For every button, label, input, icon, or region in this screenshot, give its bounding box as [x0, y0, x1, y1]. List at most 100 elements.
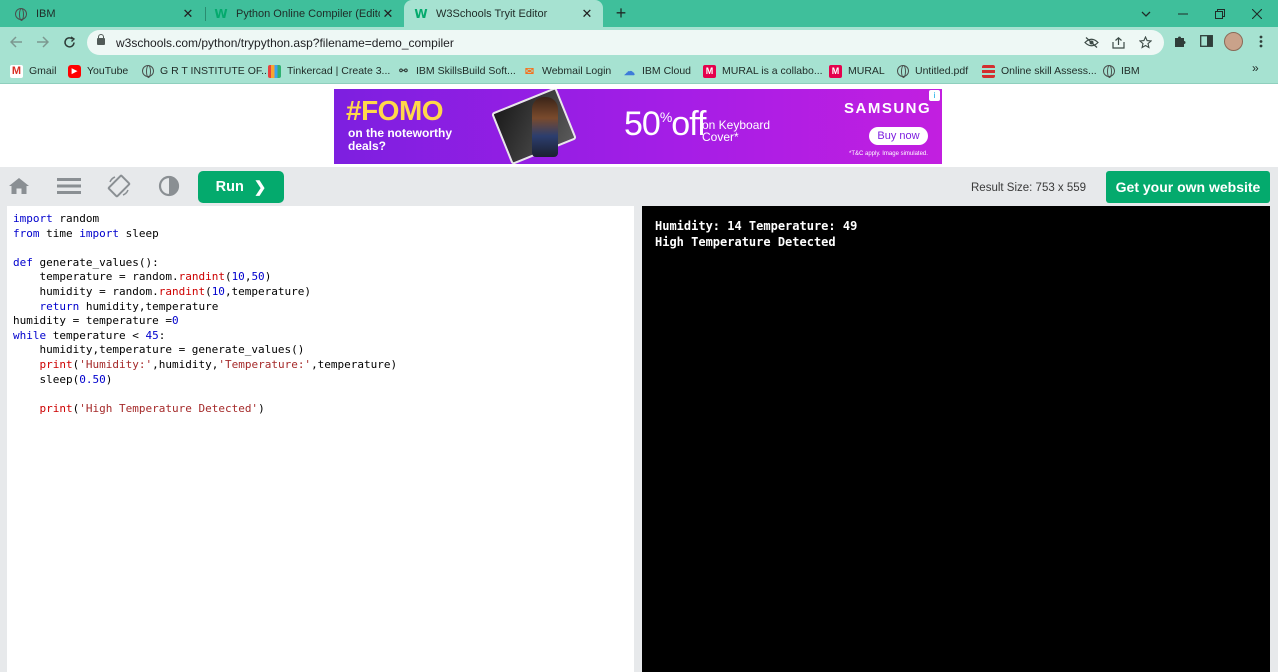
bookmark-label: YouTube: [87, 65, 129, 77]
code-line[interactable]: humidity = temperature =0: [13, 314, 397, 329]
minimize-icon[interactable]: [1164, 0, 1202, 27]
menu-icon[interactable]: [57, 174, 81, 198]
bookmark-label: IBM Cloud: [642, 65, 692, 77]
code-token: generate_values():: [32, 255, 159, 269]
bookmark-label: Tinkercad | Create 3...: [287, 65, 391, 77]
code-editor[interactable]: import random from time import sleep def …: [7, 206, 634, 672]
back-arrow-icon[interactable]: [6, 32, 26, 52]
reload-icon[interactable]: [59, 32, 79, 52]
samsung-ad-banner[interactable]: #FOMO on the noteworthy deals? 50%off on…: [334, 89, 942, 164]
code-line[interactable]: temperature = random.randint(10,50): [13, 270, 397, 285]
code-token: ,temperature): [311, 357, 398, 371]
forward-arrow-icon[interactable]: [32, 32, 52, 52]
editor-panes: import random from time import sleep def …: [0, 206, 1278, 672]
code-token-str: 'High Temperature Detected': [79, 401, 259, 415]
tab-python-compiler[interactable]: W Python Online Compiler (Editor / ✕: [206, 0, 404, 27]
code-line[interactable]: sleep(0.50): [13, 373, 397, 388]
globe-icon: [141, 65, 154, 78]
ad-offer: 50%off: [624, 105, 706, 143]
code-token: ): [258, 401, 265, 415]
share-icon[interactable]: [1110, 34, 1127, 51]
bookmark-webmail[interactable]: ✉ Webmail Login: [523, 63, 611, 79]
bookmark-gmail[interactable]: M Gmail: [10, 63, 56, 79]
theme-toggle-icon[interactable]: [157, 174, 181, 198]
gmail-icon: M: [10, 64, 23, 78]
lock-icon[interactable]: [97, 34, 105, 45]
more-menu-icon[interactable]: [1252, 32, 1270, 50]
bookmark-ibm-skillsbuild[interactable]: ⚯ IBM SkillsBuild Soft...: [397, 63, 515, 79]
restore-icon[interactable]: [1201, 0, 1239, 27]
code-text[interactable]: import random from time import sleep def …: [13, 212, 397, 416]
bookmark-mural[interactable]: M MURAL: [829, 63, 885, 79]
bookmark-ibm-cloud[interactable]: ☁ IBM Cloud: [623, 63, 691, 79]
close-icon[interactable]: ✕: [579, 6, 595, 22]
close-icon[interactable]: ✕: [380, 6, 396, 22]
rotate-layout-icon[interactable]: [107, 174, 131, 198]
code-token-num: 10: [211, 284, 225, 298]
editor-toolbar: Run ❯ Result Size: 753 x 559 Get your ow…: [0, 167, 1278, 206]
code-token-fn: print: [39, 401, 73, 415]
home-icon[interactable]: [7, 174, 31, 198]
address-bar[interactable]: w3schools.com/python/trypython.asp?filen…: [87, 30, 1164, 55]
browser-toolbar: w3schools.com/python/trypython.asp?filen…: [0, 27, 1278, 58]
tinkercad-icon: [268, 64, 281, 78]
bookmark-mural-collab[interactable]: M MURAL is a collabo...: [703, 63, 823, 79]
code-line[interactable]: humidity,temperature = generate_values(): [13, 343, 397, 358]
code-token: time: [39, 226, 80, 240]
code-line[interactable]: import random: [13, 212, 397, 227]
new-tab-icon[interactable]: +: [611, 3, 631, 23]
code-token-num: 10: [231, 270, 245, 284]
ad-disclaimer: *T&C apply. Image simulated.: [849, 151, 928, 157]
code-token-num: 0: [171, 314, 179, 328]
code-line[interactable]: humidity = random.randint(10,temperature…: [13, 285, 397, 300]
code-token: :: [158, 328, 166, 342]
close-icon[interactable]: ✕: [180, 6, 196, 22]
bookmark-ibm[interactable]: IBM: [1102, 63, 1140, 79]
buy-now-button[interactable]: Buy now: [869, 127, 928, 145]
bookmark-online-skill[interactable]: Online skill Assess...: [982, 63, 1097, 79]
bookmark-label: IBM: [1121, 65, 1140, 77]
tab-title: Python Online Compiler (Editor /: [236, 7, 380, 20]
code-token-kw: while: [13, 328, 47, 342]
code-line[interactable]: while temperature < 45:: [13, 329, 397, 344]
code-line[interactable]: [13, 387, 397, 402]
star-bookmark-icon[interactable]: [1137, 34, 1154, 51]
bookmarks-overflow-icon[interactable]: »: [1252, 61, 1259, 75]
profile-avatar[interactable]: [1224, 32, 1243, 51]
bookmark-untitled-pdf[interactable]: Untitled.pdf: [896, 63, 968, 79]
side-panel-icon[interactable]: [1197, 32, 1215, 50]
code-line[interactable]: return humidity,temperature: [13, 300, 397, 315]
code-token-kw: import: [79, 226, 119, 240]
code-token-kw: import: [13, 212, 53, 225]
output-line: High Temperature Detected: [655, 234, 836, 249]
code-line[interactable]: print('Humidity:',humidity,'Temperature:…: [13, 357, 398, 373]
code-token-fn: randint: [178, 270, 225, 284]
bookmark-tinkercad[interactable]: Tinkercad | Create 3...: [268, 63, 390, 79]
code-line[interactable]: print('High Temperature Detected'): [13, 402, 397, 417]
ad-info-icon[interactable]: i: [929, 90, 940, 101]
bookmark-grt-institute[interactable]: G R T INSTITUTE OF...: [141, 63, 270, 79]
run-button[interactable]: Run ❯: [198, 171, 284, 203]
code-line[interactable]: from time import sleep: [13, 227, 397, 242]
code-line[interactable]: def generate_values():: [13, 256, 397, 271]
get-your-own-website-button[interactable]: Get your own website: [1106, 171, 1270, 203]
extensions-puzzle-icon[interactable]: [1170, 32, 1188, 50]
w3schools-icon: W: [414, 6, 428, 21]
tracking-eye-off-icon[interactable]: [1083, 34, 1100, 51]
tab-tryit-editor[interactable]: W W3Schools Tryit Editor ✕: [404, 0, 603, 27]
close-window-icon[interactable]: [1238, 0, 1276, 27]
code-token-num: 0.50: [79, 372, 106, 386]
code-token: ,humidity,: [152, 357, 219, 371]
code-token: ): [105, 372, 113, 386]
tab-search-chevron-icon[interactable]: [1127, 0, 1165, 27]
code-token: temperature = random.: [13, 270, 179, 284]
skillsbuild-icon: ⚯: [399, 65, 408, 77]
code-line[interactable]: [13, 241, 397, 256]
code-token: temperature <: [46, 328, 146, 342]
url-text[interactable]: w3schools.com/python/trypython.asp?filen…: [116, 36, 454, 50]
tab-ibm[interactable]: IBM ✕: [0, 0, 204, 27]
bookmark-youtube[interactable]: ▶ YouTube: [68, 63, 128, 79]
bookmark-label: Webmail Login: [542, 65, 612, 77]
